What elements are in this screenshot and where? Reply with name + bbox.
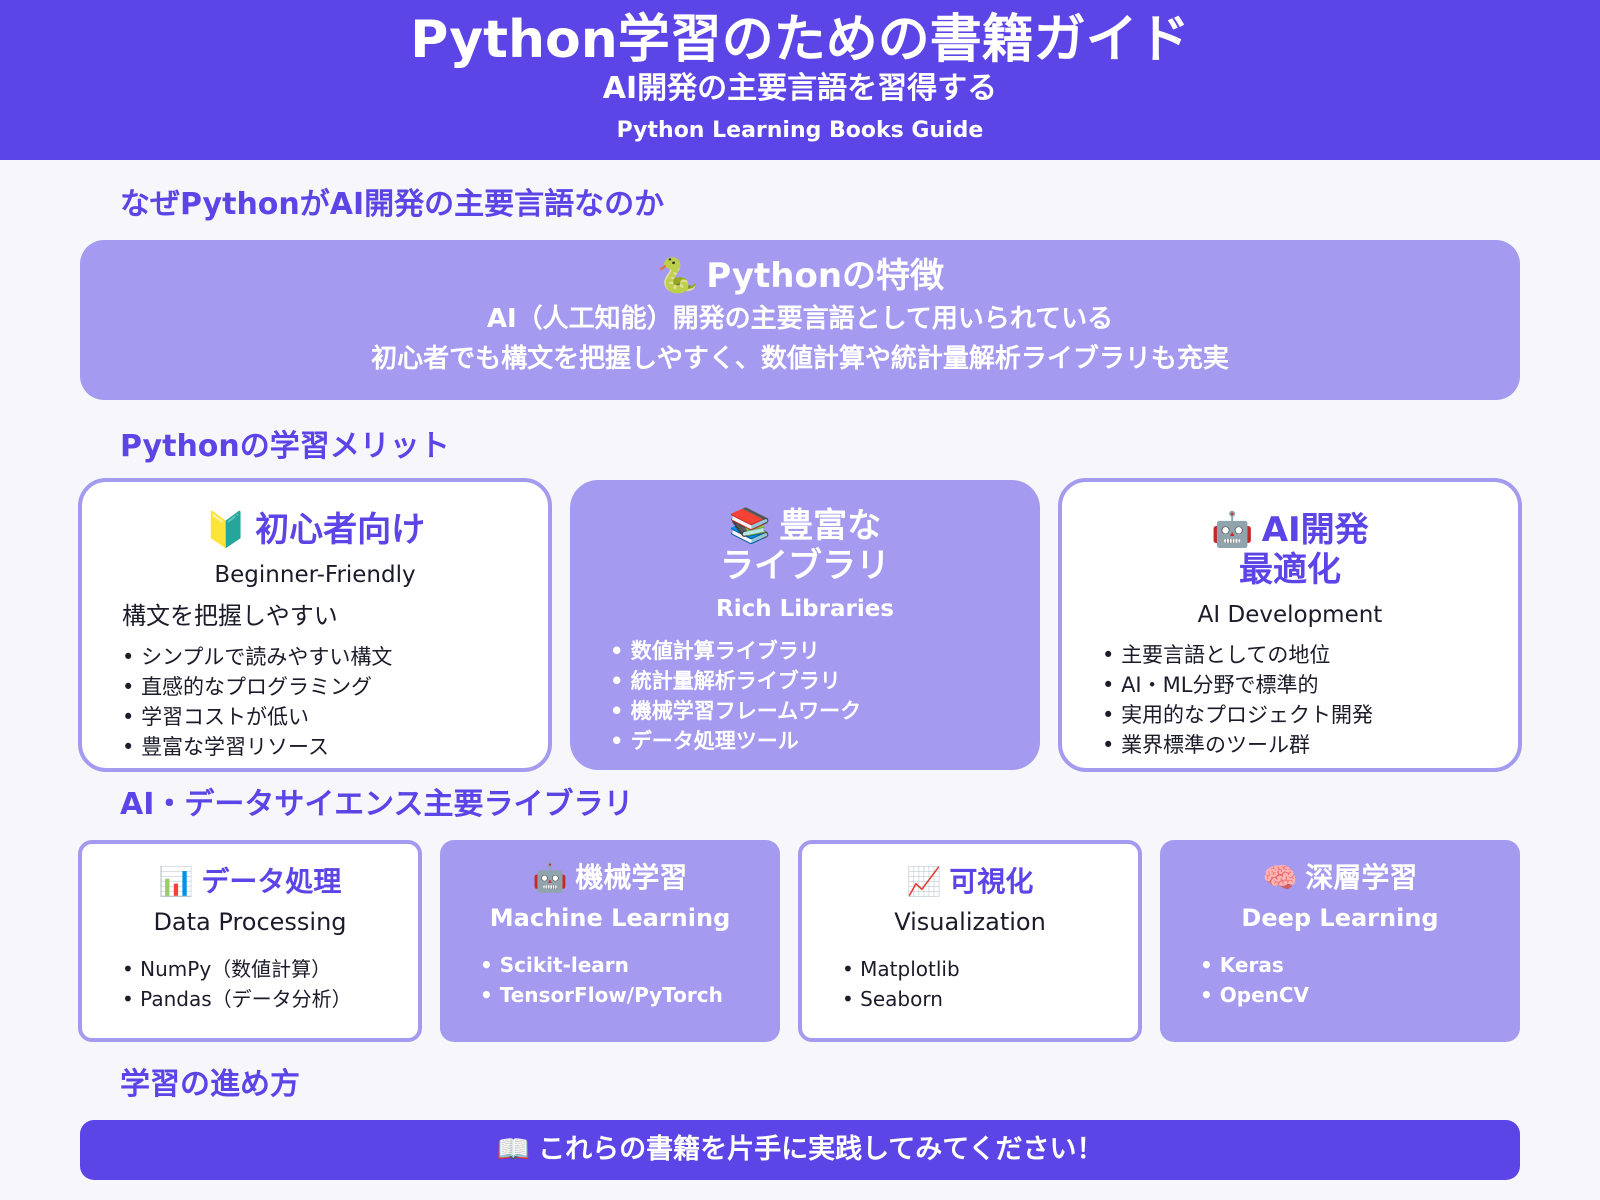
library-title: 🤖 機械学習	[440, 860, 780, 896]
merit-title-text: 豊富な	[779, 506, 882, 546]
brain-icon: 🧠	[1262, 861, 1298, 894]
merit-list: 主要言語としての地位 AI・ML分野で標準的 実用的なプロジェクト開発 業界標準…	[1102, 640, 1373, 760]
robot-icon: 🤖	[1211, 510, 1254, 550]
section-title-why: なぜPythonがAI開発の主要言語なのか	[120, 187, 665, 222]
list-item: TensorFlow/PyTorch	[480, 980, 723, 1010]
cta-text: これらの書籍を片手に実践してみてください！	[538, 1134, 1104, 1165]
list-item: 学習コストが低い	[122, 702, 392, 732]
library-english: Machine Learning	[489, 904, 731, 932]
list-item: Scikit-learn	[480, 950, 723, 980]
list-item: 直感的なプログラミング	[122, 672, 392, 702]
page-subtitle: AI開発の主要言語を習得する	[602, 71, 998, 106]
merit-card-beginner: 🔰初心者向け Beginner-Friendly 構文を把握しやすい シンプルで…	[78, 478, 552, 772]
library-card-visualization: 📈可視化 Visualization Matplotlib Seaborn	[798, 840, 1142, 1042]
section-title-merits: Pythonの学習メリット	[120, 429, 450, 464]
library-title: 📈 可視化	[802, 864, 1138, 900]
library-list: Scikit-learn TensorFlow/PyTorch	[480, 950, 723, 1010]
library-title: 📊 データ処理	[82, 864, 418, 900]
library-title-text: 深層学習	[1305, 861, 1418, 894]
list-item: Matplotlib	[842, 954, 960, 984]
merit-english: Beginner-Friendly	[214, 562, 416, 588]
features-line-1: AI（人工知能）開発の主要言語として用いられている	[486, 304, 1114, 334]
list-item: 機械学習フレームワーク	[610, 696, 861, 726]
list-item: 業界標準のツール群	[1102, 730, 1373, 760]
features-line-2: 初心者でも構文を把握しやすく、数値計算や統計量解析ライブラリも充実	[371, 344, 1229, 374]
merit-title-line-1: 🤖 AI開発	[1062, 510, 1518, 550]
list-item: 主要言語としての地位	[1102, 640, 1373, 670]
snake-icon: 🐍	[655, 256, 699, 296]
library-english: Deep Learning	[1241, 904, 1439, 932]
library-card-machine-learning: 🤖機械学習 Machine Learning Scikit-learn Tens…	[440, 840, 780, 1042]
merit-list: シンプルで読みやすい構文 直感的なプログラミング 学習コストが低い 豊富な学習リ…	[122, 642, 392, 762]
list-item: データ処理ツール	[610, 726, 861, 756]
robot-icon: 🤖	[532, 861, 568, 894]
list-item: Pandas（データ分析）	[122, 984, 351, 1014]
library-card-data-processing: 📊データ処理 Data Processing NumPy（数値計算） Panda…	[78, 840, 422, 1042]
merit-title-text: AI開発	[1261, 510, 1369, 550]
merit-english: Rich Libraries	[716, 596, 894, 622]
merit-lead: 構文を把握しやすい	[122, 602, 338, 630]
section-title-libraries: AI・データサイエンス主要ライブラリ	[120, 787, 634, 822]
library-list: NumPy（数値計算） Pandas（データ分析）	[122, 954, 352, 1014]
library-list: Keras OpenCV	[1200, 950, 1309, 1010]
merit-card-ai-development: 🤖AI開発 最適化 AI Development 主要言語としての地位 AI・M…	[1058, 478, 1522, 772]
list-item: NumPy（数値計算）	[122, 954, 352, 984]
python-features-box: 🐍 Pythonの特徴 AI（人工知能）開発の主要言語として用いられている 初心者…	[80, 240, 1520, 400]
merit-title: 🔰 初心者向け	[82, 510, 548, 550]
page: Python学習のための書籍ガイド AI開発の主要言語を習得する Python …	[0, 0, 1600, 1200]
section-title-howto: 学習の進め方	[120, 1067, 300, 1102]
merit-list: 数値計算ライブラリ 統計量解析ライブラリ 機械学習フレームワーク データ処理ツー…	[610, 636, 861, 756]
list-item: 統計量解析ライブラリ	[610, 666, 861, 696]
list-item: Seaborn	[842, 984, 960, 1014]
library-title-text: データ処理	[201, 865, 342, 898]
features-title: 🐍 Pythonの特徴	[80, 254, 1520, 298]
library-list: Matplotlib Seaborn	[842, 954, 960, 1014]
list-item: AI・ML分野で標準的	[1102, 670, 1373, 700]
bar-chart-icon: 📊	[158, 865, 194, 898]
library-title-text: 可視化	[949, 865, 1034, 898]
library-title: 🧠 深層学習	[1160, 860, 1520, 896]
list-item: 数値計算ライブラリ	[610, 636, 861, 666]
list-item: Keras	[1200, 950, 1309, 980]
merit-card-libraries: 📚豊富な ライブラリ Rich Libraries 数値計算ライブラリ 統計量解…	[570, 480, 1040, 770]
library-english: Data Processing	[153, 908, 347, 936]
merit-title-line-2: ライブラリ	[720, 546, 890, 586]
line-chart-icon: 📈	[906, 865, 942, 898]
books-icon: 📚	[728, 506, 772, 546]
call-to-action-bar: 📖 これらの書籍を片手に実践してみてください！	[80, 1120, 1520, 1180]
open-book-icon: 📖	[496, 1134, 531, 1165]
library-card-deep-learning: 🧠深層学習 Deep Learning Keras OpenCV	[1160, 840, 1520, 1042]
features-title-text: Pythonの特徴	[706, 256, 945, 296]
beginner-mark-icon: 🔰	[204, 510, 248, 550]
header-banner: Python学習のための書籍ガイド AI開発の主要言語を習得する Python …	[0, 0, 1600, 160]
merit-title-text: 初心者向け	[255, 510, 426, 550]
list-item: 実用的なプロジェクト開発	[1102, 700, 1373, 730]
library-english: Visualization	[894, 908, 1046, 936]
page-english-title: Python Learning Books Guide	[616, 118, 984, 143]
merit-title-line-1: 📚 豊富な	[570, 506, 1040, 546]
library-title-text: 機械学習	[575, 861, 688, 894]
list-item: OpenCV	[1200, 980, 1309, 1010]
list-item: シンプルで読みやすい構文	[122, 642, 392, 672]
merit-title-line-2: 最適化	[1239, 550, 1341, 590]
merit-english: AI Development	[1197, 602, 1383, 628]
page-title: Python学習のための書籍ガイド	[410, 10, 1190, 70]
list-item: 豊富な学習リソース	[122, 732, 392, 762]
